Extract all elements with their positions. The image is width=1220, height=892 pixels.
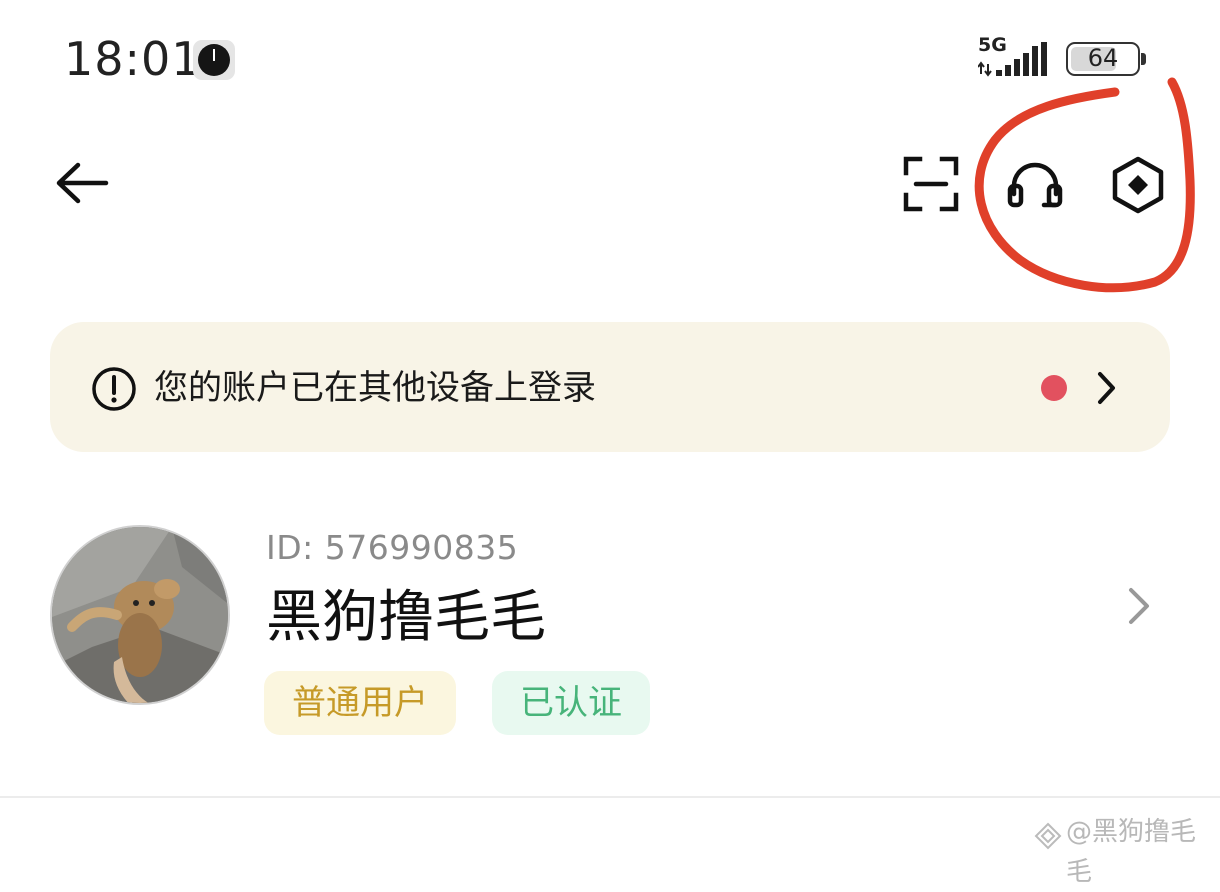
battery-indicator: 64 xyxy=(1066,42,1140,76)
divider xyxy=(0,796,1220,798)
avatar[interactable] xyxy=(50,525,230,705)
red-annotation-circle xyxy=(974,77,1195,293)
exclamation-circle-icon xyxy=(92,367,136,411)
clock-app-icon xyxy=(193,40,235,80)
scan-icon[interactable] xyxy=(902,155,960,213)
battery-tip xyxy=(1141,53,1146,65)
badge-regular-user: 普通用户 xyxy=(264,671,456,735)
status-time: 18:01 xyxy=(64,32,202,86)
user-id: ID: 576990835 xyxy=(266,528,519,567)
notification-dot xyxy=(1041,375,1067,401)
battery-percentage: 64 xyxy=(1087,44,1119,72)
watermark-logo-icon xyxy=(1034,822,1062,850)
badge-verified: 已认证 xyxy=(492,671,650,735)
headset-icon[interactable] xyxy=(1006,156,1064,212)
chevron-right-icon[interactable] xyxy=(1092,368,1120,408)
notice-text: 您的账户已在其他设备上登录 xyxy=(154,368,596,408)
watermark-text: @黑狗撸毛毛 xyxy=(1066,817,1197,887)
signal-icon xyxy=(978,42,1047,77)
hexagon-settings-icon[interactable] xyxy=(1110,155,1166,215)
dog-photo xyxy=(52,527,228,703)
chevron-right-icon[interactable] xyxy=(1124,584,1154,628)
back-arrow-icon[interactable] xyxy=(54,160,110,206)
user-name: 黑狗撸毛毛 xyxy=(266,585,546,650)
